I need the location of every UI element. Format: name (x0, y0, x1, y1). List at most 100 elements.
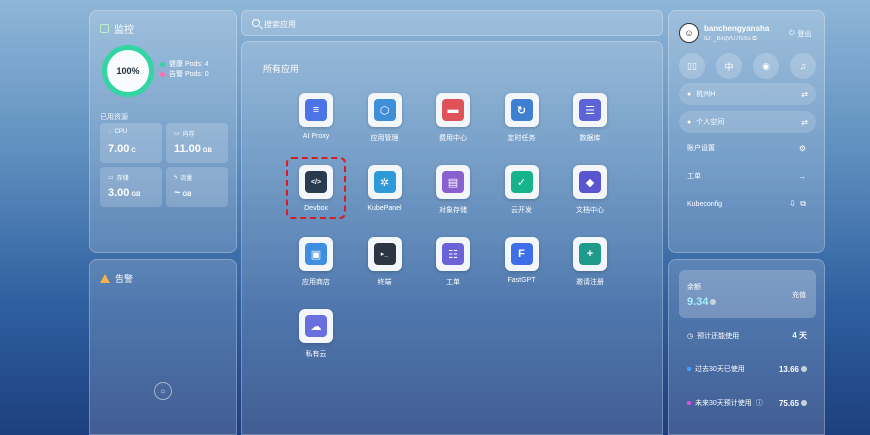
alert-pods: 告警 Pods: 0 (160, 69, 209, 79)
recharge-button[interactable]: 充值 (792, 290, 806, 300)
past30-row: 过去30天已使用 13.66 (687, 364, 807, 374)
next30-row: 未来30天预计使用 ⓘ 75.65 (687, 398, 807, 408)
warning-icon (100, 274, 110, 283)
healthy-dot-icon (160, 61, 165, 67)
book-icon[interactable]: ▯▯ (679, 53, 705, 79)
kubepanel-icon: ✲ (373, 171, 396, 193)
language-button[interactable]: 中 (716, 53, 742, 79)
app-object-storage[interactable]: ▤ 对象存储 (423, 157, 483, 219)
cpu-card: ◌ CPU 7.00 C (100, 123, 162, 163)
fastgpt-icon: F (510, 243, 533, 265)
object-storage-icon: ▤ (442, 171, 464, 193)
kubeconfig-row[interactable]: Kubeconfig ⇩ ⧉ (687, 199, 806, 209)
app-app-manage[interactable]: ⬡ 应用管理 (355, 85, 415, 147)
monitor-title: 监控 (100, 21, 134, 36)
power-icon: ⏻ (789, 30, 795, 37)
avatar[interactable]: ☺ (679, 23, 699, 43)
coin-icon (801, 365, 807, 372)
github-icon[interactable]: ◉ (753, 53, 779, 79)
app-name: 数据库 (579, 135, 601, 142)
app-database[interactable]: ☰ 数据库 (560, 85, 620, 147)
search-bar[interactable] (241, 10, 663, 36)
app-tile: ✲ (367, 165, 402, 199)
app-kubepanel[interactable]: ✲ KubePanel (355, 157, 415, 219)
app-tile: ☁ (299, 309, 333, 343)
app-tile: ☰ (573, 93, 607, 127)
quick-buttons: ▯▯ 中 ◉ ♫ (679, 53, 816, 79)
app-name: FastGPT (507, 277, 536, 284)
workspace-selector[interactable]: ● 个人空间 ⇄ (679, 111, 816, 133)
docs-center-icon: ◆ (579, 171, 601, 193)
search-icon (252, 19, 260, 27)
devbox-highlight (286, 157, 346, 219)
coin-icon (801, 399, 807, 406)
search-input[interactable] (264, 16, 644, 32)
app-name: 定时任务 (507, 135, 536, 142)
bell-icon[interactable]: ♫ (790, 53, 816, 79)
balance-panel: 余额 9.34 充值 ◷ 预计还能使用 4 天 过去30天已使用 13.66 未… (668, 259, 825, 435)
ticket-link[interactable]: 工单 → (687, 171, 806, 181)
app-cost-center[interactable]: ▬ 费用中心 (423, 85, 483, 147)
ai-proxy-icon: ≡ (305, 99, 327, 121)
cloud-dev-icon: ✓ (510, 171, 533, 193)
clock-icon: ◷ (687, 332, 694, 340)
cpu-icon: ◌ (108, 129, 112, 135)
app-tile: ▣ (299, 237, 333, 271)
logout-button[interactable]: ⏻ 登出 (789, 29, 812, 39)
app-cloud-dev[interactable]: ✓ 云开发 (492, 157, 552, 219)
help-icon[interactable]: ⓘ (756, 398, 763, 408)
app-terminal[interactable]: ▸_ 终端 (355, 229, 415, 291)
app-tile: ◆ (573, 165, 607, 199)
app-tile: ▸_ (367, 237, 402, 271)
alert-panel: 告警 ⌂ (89, 259, 237, 435)
workspace-icon: ● (687, 118, 692, 126)
app-name: 对象存储 (439, 207, 467, 214)
region-icon: ● (687, 90, 692, 98)
app-invite[interactable]: + 邀请注册 (560, 229, 620, 291)
memory-card: ▭ 内存 11.00 GB (166, 123, 228, 163)
app-ai-proxy[interactable]: ≡ AI Proxy (286, 85, 346, 147)
app-tile: ↻ (504, 93, 539, 127)
app-fastgpt[interactable]: F FastGPT (492, 229, 552, 291)
download-icon[interactable]: ⇩ (789, 199, 796, 208)
database-icon: ☰ (579, 99, 601, 121)
app-private-cloud[interactable]: ☁ 私有云 (286, 301, 346, 363)
app-name: 文档中心 (576, 207, 604, 214)
past-legend-icon (687, 367, 691, 371)
app-tile: ≡ (299, 93, 333, 127)
used-resources-label: 已用资源 (100, 114, 128, 121)
storage-card: ▭ 存储 3.00 GB (100, 167, 162, 207)
balance-card: 余额 9.34 充值 (679, 270, 816, 318)
app-name: 私有云 (305, 351, 327, 358)
healthy-pods: 健康 Pods: 4 (160, 59, 209, 69)
apps-heading: 所有应用 (263, 64, 300, 74)
private-cloud-icon: ☁ (305, 315, 327, 337)
profile-panel: ☺ banchengyansha ID: _BxqVU7fsSu ⧉ ⏻ 登出 … (668, 10, 825, 253)
app-tile: + (573, 237, 607, 271)
cost-center-icon: ▬ (442, 99, 464, 121)
ticket-icon: ☷ (442, 243, 464, 265)
app-name: 费用中心 (439, 135, 467, 142)
monitor-panel: 监控 100% 健康 Pods: 4 告警 Pods: 0 已用资源 ◌ CPU … (89, 10, 237, 253)
app-name: AI Proxy (302, 133, 330, 140)
app-tile: ⬡ (367, 93, 402, 127)
copy-icon[interactable]: ⧉ (800, 199, 806, 208)
app-ticket[interactable]: ☷ 工单 (423, 229, 483, 291)
app-tile: ☷ (436, 237, 470, 271)
traffic-card: ϟ 流量 ~ GB (166, 167, 228, 207)
region-selector[interactable]: ● 杭州H ⇄ (679, 83, 816, 105)
app-docs-center[interactable]: ◆ 文档中心 (560, 157, 620, 219)
app-tile: ✓ (504, 165, 539, 199)
app-name: 终端 (377, 279, 392, 286)
terminal-icon: ▸_ (373, 243, 396, 265)
copy-icon[interactable]: ⧉ (752, 36, 756, 42)
app-name: KubePanel (367, 205, 402, 212)
account-settings[interactable]: 账户设置 ⚙ (687, 143, 806, 153)
pod-health-gauge: 100% (102, 45, 154, 97)
next-legend-icon (687, 401, 691, 405)
app-manage-icon: ⬡ (373, 99, 396, 121)
balance-amount: 9.34 (687, 296, 717, 308)
app-cron-job[interactable]: ↻ 定时任务 (492, 85, 552, 147)
app-app-store[interactable]: ▣ 应用商店 (286, 229, 346, 291)
switch-icon: ⇄ (801, 117, 808, 127)
